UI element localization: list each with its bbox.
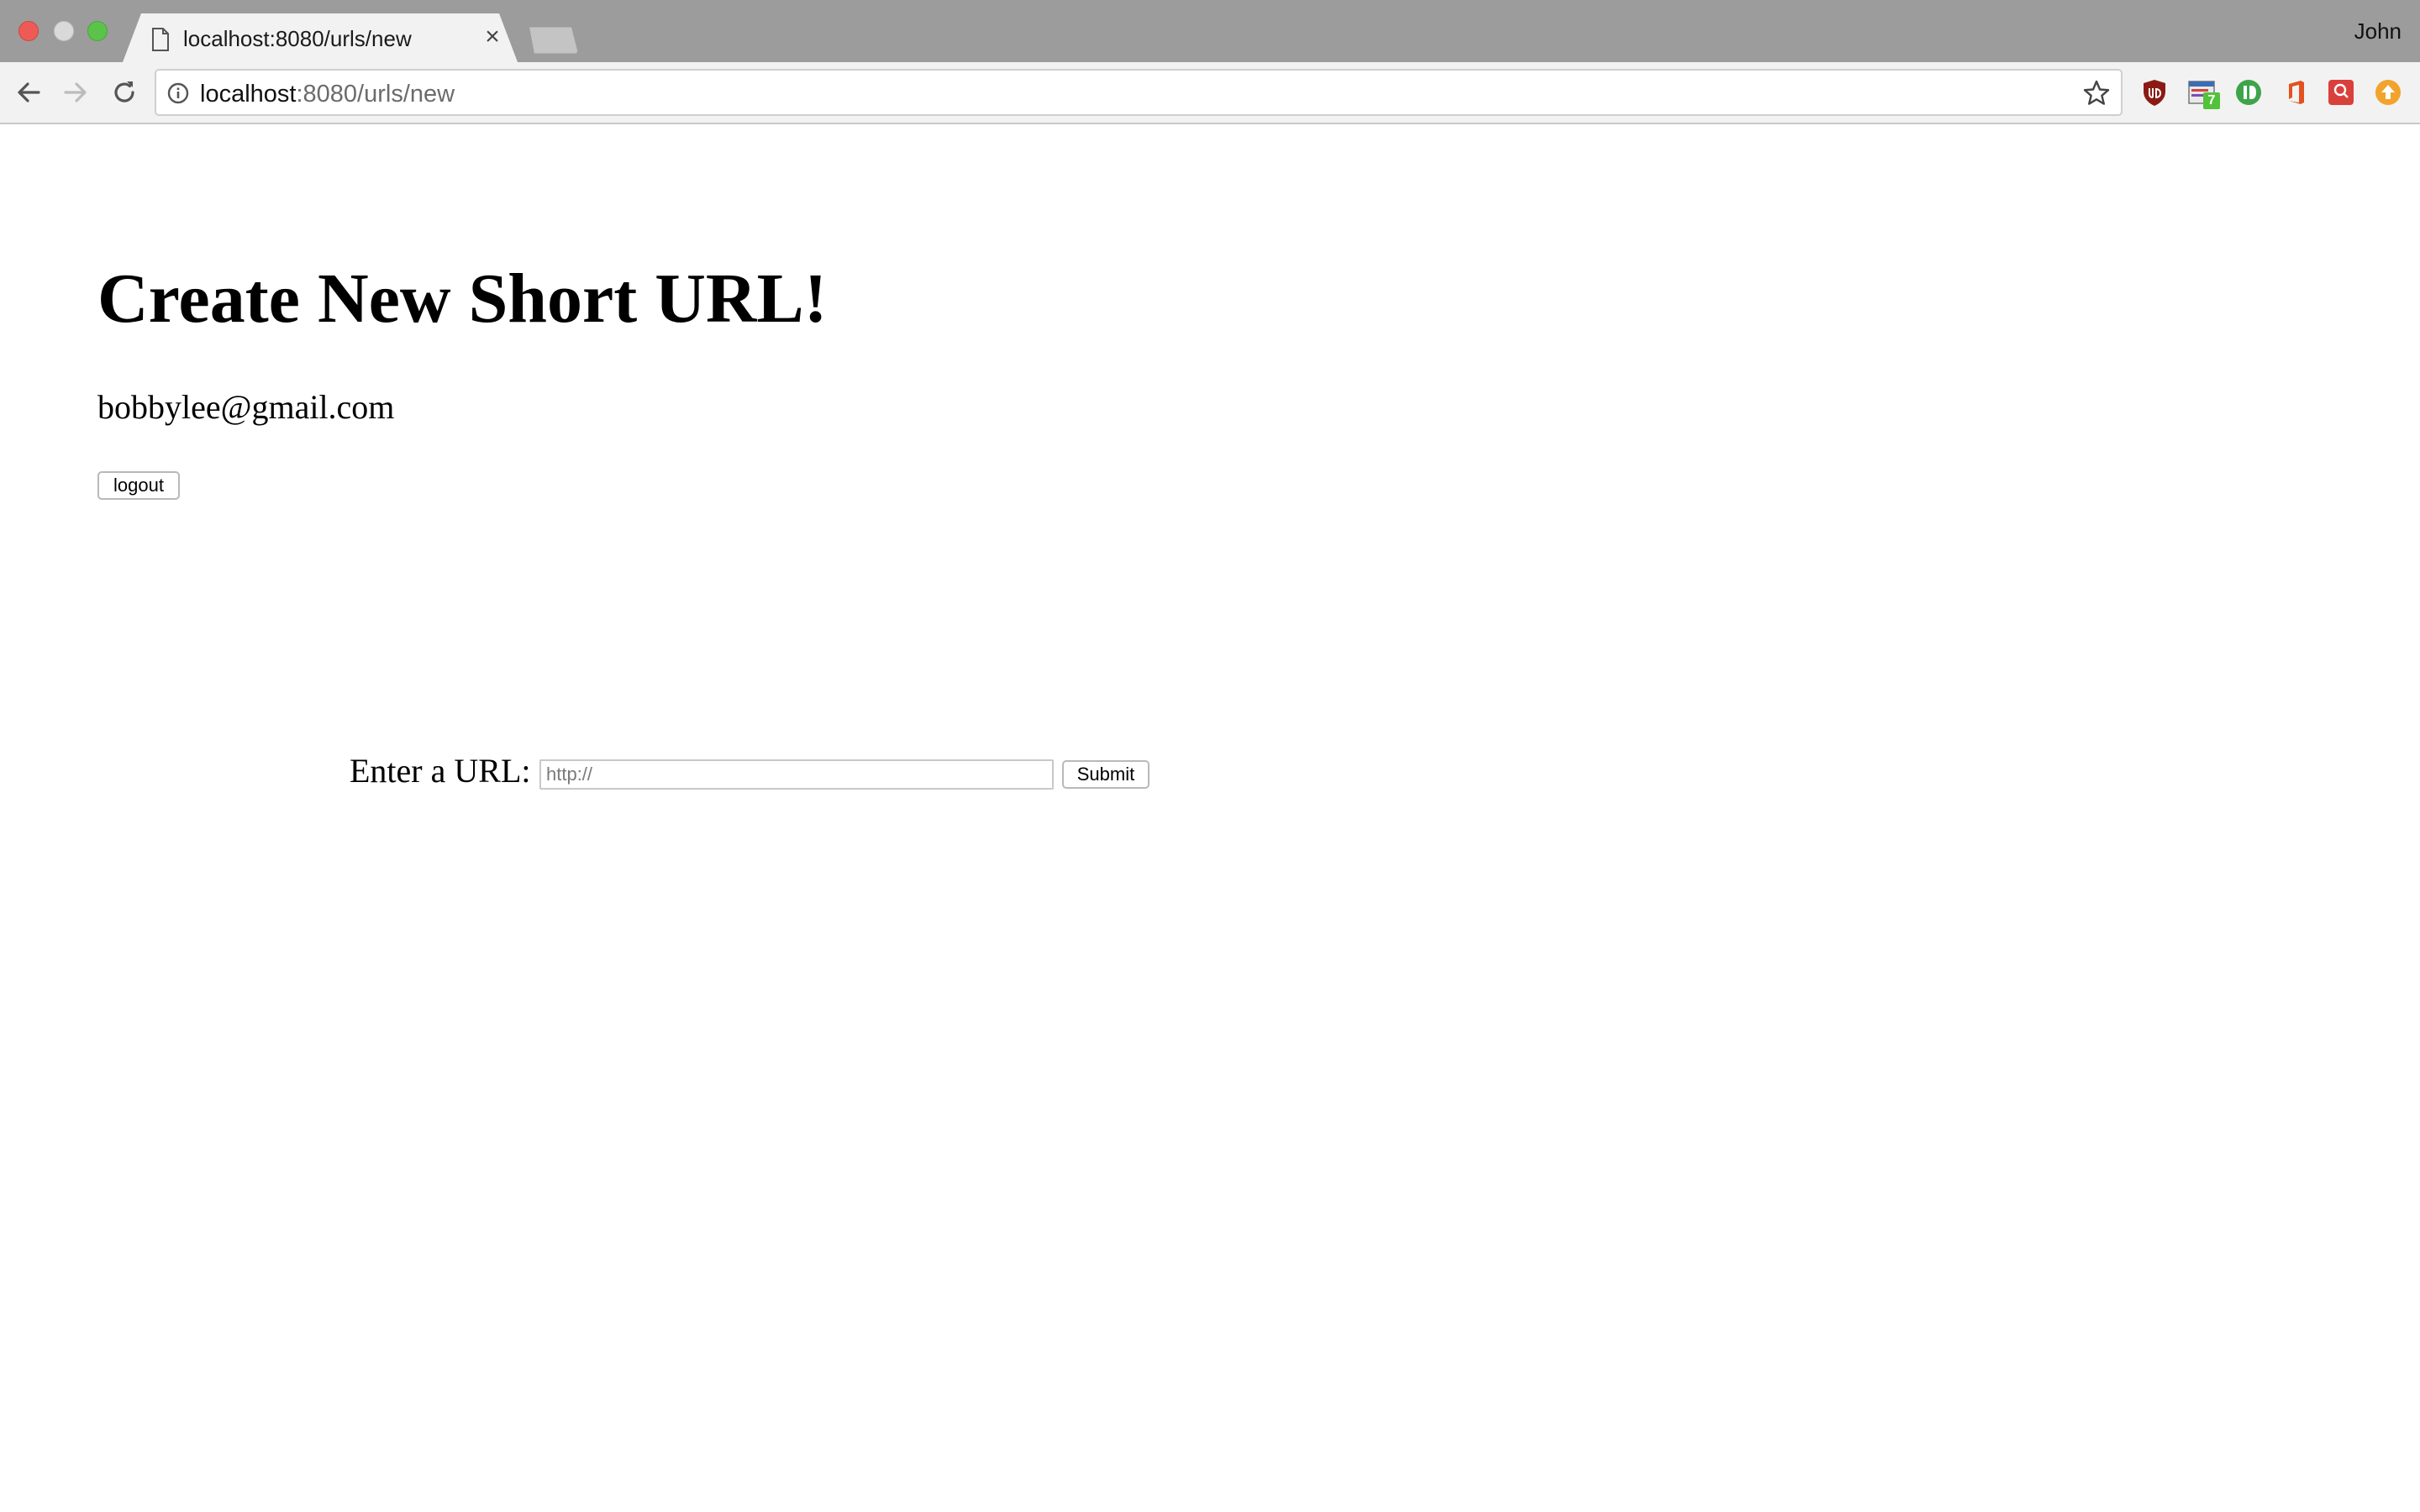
back-arrow-icon[interactable] [13,77,44,108]
page-title: Create New Short URL! [97,260,828,338]
red-extension-icon[interactable] [2326,77,2356,108]
reload-icon[interactable] [109,77,139,108]
browser-tab-strip: localhost:8080/urls/new × John [0,0,2420,62]
browser-tab-active[interactable]: localhost:8080/urls/new × [123,13,518,62]
submit-button[interactable]: Submit [1062,760,1150,789]
address-bar[interactable]: localhost:8080/urls/new [155,69,2123,116]
url-field-label: Enter a URL: [350,752,531,790]
url-host: localhost [200,81,297,108]
info-icon[interactable] [166,81,190,105]
orange-extension-icon[interactable] [2373,77,2403,108]
profile-name[interactable]: John [2354,18,2402,45]
green-extension-icon[interactable] [2233,77,2264,108]
address-bar-url[interactable]: localhost:8080/urls/new [200,81,455,108]
browser-toolbar: localhost:8080/urls/new 7 [0,62,2420,124]
page-icon [152,28,169,51]
tab-close-icon[interactable]: × [481,22,504,52]
tab-title: localhost:8080/urls/new [183,26,412,51]
calendar-badge: 7 [2203,92,2220,109]
window-close-button[interactable] [18,21,39,41]
user-email: bobbylee@gmail.com [97,388,395,426]
ublock-icon[interactable] [2139,77,2170,108]
logout-button[interactable]: logout [97,471,180,500]
url-input[interactable] [539,759,1054,790]
forward-arrow-icon[interactable] [60,77,91,108]
office-icon[interactable] [2281,77,2311,108]
url-path: :8080/urls/new [296,81,455,108]
bookmark-star-icon[interactable] [2082,79,2111,108]
window-minimize-button[interactable] [54,21,74,41]
new-tab-button[interactable] [529,27,578,54]
window-maximize-button[interactable] [87,21,108,41]
